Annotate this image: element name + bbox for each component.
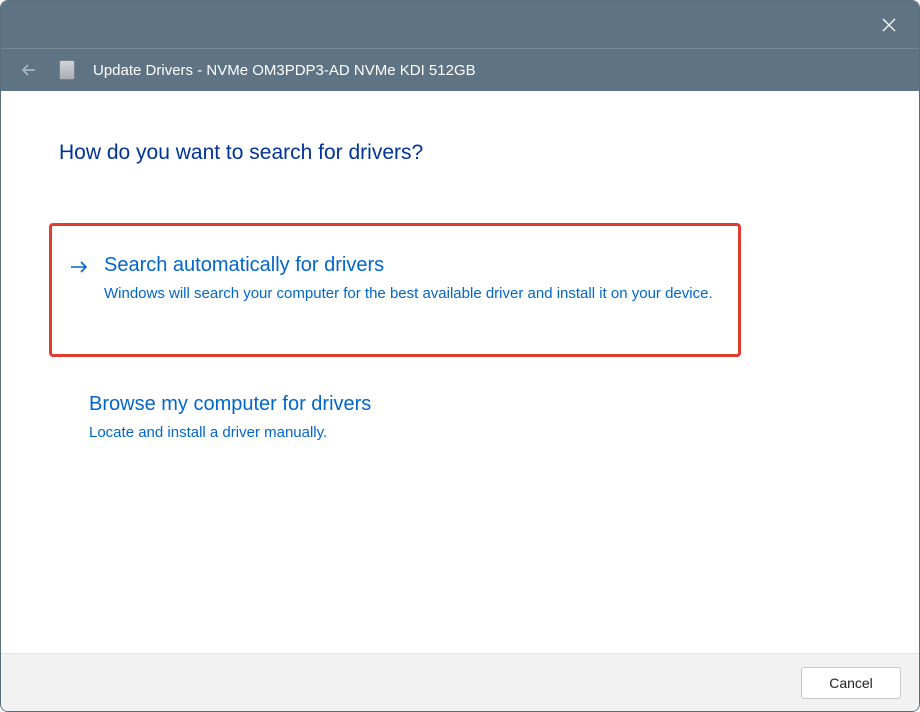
close-icon	[882, 18, 896, 32]
disk-drive-icon	[59, 60, 75, 80]
titlebar	[1, 1, 919, 48]
cancel-button[interactable]: Cancel	[801, 667, 901, 699]
close-button[interactable]	[867, 5, 911, 45]
option-title: Browse my computer for drivers	[89, 393, 853, 416]
back-button	[17, 58, 41, 82]
update-drivers-dialog: Update Drivers - NVMe OM3PDP3-AD NVMe KD…	[0, 0, 920, 712]
prompt-heading: How do you want to search for drivers?	[59, 141, 861, 165]
option-body: Browse my computer for drivers Locate an…	[89, 393, 853, 445]
page-title: Update Drivers - NVMe OM3PDP3-AD NVMe KD…	[93, 62, 476, 79]
back-arrow-icon	[21, 62, 37, 78]
option-browse-computer[interactable]: Browse my computer for drivers Locate an…	[67, 393, 861, 445]
option-title: Search automatically for drivers	[104, 254, 720, 277]
arrow-right-icon	[70, 254, 90, 306]
option-body: Search automatically for drivers Windows…	[104, 254, 720, 306]
option-search-automatically[interactable]: Search automatically for drivers Windows…	[49, 223, 741, 357]
content-area: How do you want to search for drivers? S…	[1, 91, 919, 653]
option-description: Windows will search your computer for th…	[104, 283, 720, 306]
cancel-button-label: Cancel	[829, 675, 873, 691]
header-bar: Update Drivers - NVMe OM3PDP3-AD NVMe KD…	[1, 48, 919, 91]
footer-bar: Cancel	[1, 653, 919, 711]
option-description: Locate and install a driver manually.	[89, 422, 709, 445]
